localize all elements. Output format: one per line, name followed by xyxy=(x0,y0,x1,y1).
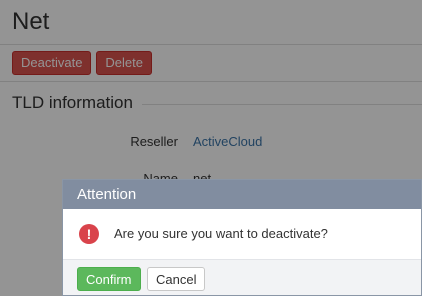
dialog-body: ! Are you sure you want to deactivate? xyxy=(63,209,421,259)
exclamation-icon: ! xyxy=(79,224,99,244)
dialog-title: Attention xyxy=(63,180,421,209)
confirm-dialog: Attention ! Are you sure you want to dea… xyxy=(62,179,422,296)
confirm-button[interactable]: Confirm xyxy=(77,267,141,291)
cancel-button[interactable]: Cancel xyxy=(147,267,206,291)
dialog-footer: Confirm Cancel xyxy=(63,259,421,295)
dialog-message: Are you sure you want to deactivate? xyxy=(114,226,328,241)
